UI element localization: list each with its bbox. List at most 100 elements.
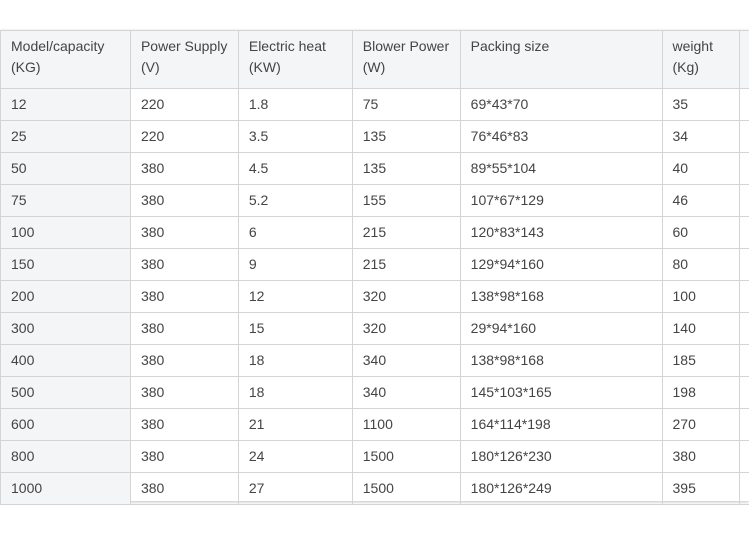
cell-electric-heat: 18	[237, 376, 353, 409]
cell-weight: 270	[661, 408, 741, 441]
table-edge-cell	[739, 344, 749, 377]
cell-model-capacity: 75	[0, 184, 131, 217]
cell-weight: 100	[661, 280, 741, 313]
cell-packing-size: 129*94*160	[459, 248, 663, 281]
table-edge-cell	[739, 312, 749, 345]
cell-model-capacity: 1000	[0, 472, 131, 505]
cell-packing-size: 120*83*143	[459, 216, 663, 249]
header-power-supply: Power Supply (V)	[129, 30, 239, 89]
cell-weight: 34	[661, 120, 741, 153]
cell-blower-power: 1500	[351, 440, 461, 473]
cell-packing-size: 180*126*230	[459, 440, 663, 473]
table-row: 200 380 12 320 138*98*168 100	[0, 280, 749, 313]
cell-power-supply: 380	[129, 344, 239, 377]
header-blower-power: Blower Power (W)	[351, 30, 461, 89]
cell-weight: 140	[661, 312, 741, 345]
cell-packing-size: 29*94*160	[459, 312, 663, 345]
table-row: 100 380 6 215 120*83*143 60	[0, 216, 749, 249]
table-row: 800 380 24 1500 180*126*230 380	[0, 440, 749, 473]
table-edge-cell	[739, 30, 749, 89]
cell-electric-heat: 18	[237, 344, 353, 377]
cell-packing-size: 89*55*104	[459, 152, 663, 185]
cell-electric-heat: 21	[237, 408, 353, 441]
cell-weight: 35	[661, 88, 741, 121]
cell-weight: 60	[661, 216, 741, 249]
cell-power-supply: 380	[129, 216, 239, 249]
cell-electric-heat: 4.5	[237, 152, 353, 185]
cell-blower-power: 215	[351, 248, 461, 281]
spec-table: Model/capacity (KG) Power Supply (V) Ele…	[0, 30, 749, 505]
cell-power-supply: 380	[129, 312, 239, 345]
cell-model-capacity: 600	[0, 408, 131, 441]
cell-weight: 395	[661, 472, 741, 505]
table-row: 75 380 5.2 155 107*67*129 46	[0, 184, 749, 217]
header-electric-heat: Electric heat (KW)	[237, 30, 353, 89]
cell-blower-power: 135	[351, 120, 461, 153]
cell-power-supply: 220	[129, 120, 239, 153]
cell-blower-power: 135	[351, 152, 461, 185]
cell-model-capacity: 50	[0, 152, 131, 185]
cell-model-capacity: 12	[0, 88, 131, 121]
cell-model-capacity: 100	[0, 216, 131, 249]
cell-blower-power: 75	[351, 88, 461, 121]
cell-packing-size: 164*114*198	[459, 408, 663, 441]
cell-blower-power: 155	[351, 184, 461, 217]
cell-electric-heat: 5.2	[237, 184, 353, 217]
cell-weight: 198	[661, 376, 741, 409]
cell-electric-heat: 6	[237, 216, 353, 249]
cell-power-supply: 220	[129, 88, 239, 121]
cell-packing-size: 138*98*168	[459, 280, 663, 313]
table-edge-cell	[739, 376, 749, 409]
table-edge-cell	[739, 440, 749, 473]
cell-blower-power: 340	[351, 376, 461, 409]
cell-model-capacity: 300	[0, 312, 131, 345]
cell-electric-heat: 27	[237, 472, 353, 505]
cell-model-capacity: 400	[0, 344, 131, 377]
table-row: 600 380 21 1100 164*114*198 270	[0, 408, 749, 441]
cell-power-supply: 380	[129, 440, 239, 473]
cell-packing-size: 107*67*129	[459, 184, 663, 217]
cell-power-supply: 380	[129, 248, 239, 281]
cell-blower-power: 1100	[351, 408, 461, 441]
cell-model-capacity: 500	[0, 376, 131, 409]
cell-packing-size: 145*103*165	[459, 376, 663, 409]
cell-weight: 40	[661, 152, 741, 185]
table-row: 400 380 18 340 138*98*168 185	[0, 344, 749, 377]
cell-electric-heat: 15	[237, 312, 353, 345]
cell-blower-power: 340	[351, 344, 461, 377]
cell-packing-size: 180*126*249	[459, 472, 663, 505]
table-edge-cell	[739, 88, 749, 121]
table-edge-cell	[739, 472, 749, 505]
header-weight: weight (Kg)	[661, 30, 741, 89]
cell-power-supply: 380	[129, 184, 239, 217]
table-edge-cell	[739, 152, 749, 185]
table-edge-cell	[739, 216, 749, 249]
table-edge-cell	[739, 120, 749, 153]
cell-packing-size: 76*46*83	[459, 120, 663, 153]
cell-model-capacity: 800	[0, 440, 131, 473]
header-packing-size: Packing size	[459, 30, 663, 89]
cell-model-capacity: 150	[0, 248, 131, 281]
table-edge-cell	[739, 248, 749, 281]
table-edge-cell	[739, 184, 749, 217]
table-row: 12 220 1.8 75 69*43*70 35	[0, 88, 749, 121]
cell-model-capacity: 200	[0, 280, 131, 313]
cell-blower-power: 320	[351, 312, 461, 345]
cell-blower-power: 215	[351, 216, 461, 249]
cell-electric-heat: 24	[237, 440, 353, 473]
table-row: 500 380 18 340 145*103*165 198	[0, 376, 749, 409]
cell-electric-heat: 9	[237, 248, 353, 281]
table-edge-cell	[739, 280, 749, 313]
table-row: 1000 380 27 1500 180*126*249 395	[0, 472, 749, 505]
cell-power-supply: 380	[129, 280, 239, 313]
cell-electric-heat: 3.5	[237, 120, 353, 153]
cell-blower-power: 320	[351, 280, 461, 313]
cell-packing-size: 69*43*70	[459, 88, 663, 121]
cell-power-supply: 380	[129, 376, 239, 409]
cell-power-supply: 380	[129, 152, 239, 185]
cell-weight: 80	[661, 248, 741, 281]
cell-electric-heat: 12	[237, 280, 353, 313]
table-row: 300 380 15 320 29*94*160 140	[0, 312, 749, 345]
table-row: 50 380 4.5 135 89*55*104 40	[0, 152, 749, 185]
cell-power-supply: 380	[129, 472, 239, 505]
